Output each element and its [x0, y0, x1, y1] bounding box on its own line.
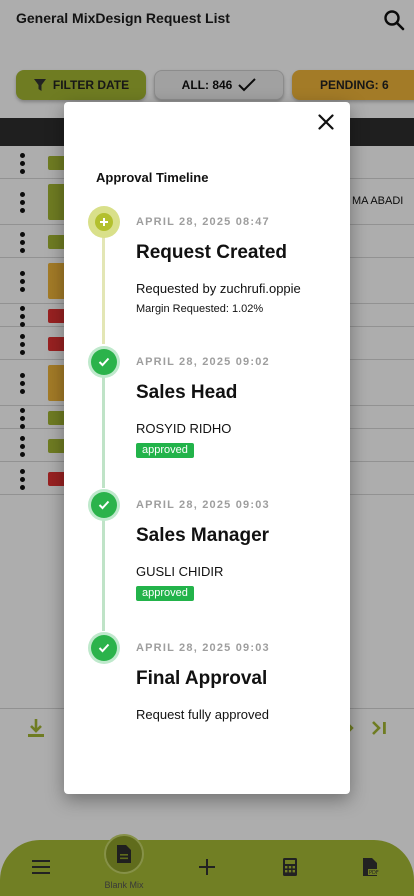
status-badge: approved: [136, 586, 194, 601]
step-approver: GUSLI CHIDIR: [136, 564, 224, 579]
step-approver: ROSYID RIDHO: [136, 421, 232, 436]
check-circle-icon: [88, 489, 120, 521]
step-date: APRIL 28, 2025 09:03: [136, 642, 270, 654]
step-title: Sales Head: [136, 382, 238, 403]
step-requester: Requested by zuchrufi.oppie: [136, 281, 301, 296]
check-circle-icon: [88, 346, 120, 378]
step-date: APRIL 28, 2025 09:03: [136, 499, 270, 511]
check-circle-icon: [88, 632, 120, 664]
close-icon[interactable]: [314, 110, 338, 134]
step-date: APRIL 28, 2025 09:02: [136, 356, 270, 368]
timeline-connector: [102, 236, 105, 344]
timeline-connector: [102, 519, 105, 631]
step-title: Request Created: [136, 242, 287, 263]
pending-step-icon: [88, 206, 120, 238]
step-date: APRIL 28, 2025 08:47: [136, 216, 270, 228]
approval-timeline-dialog: Approval Timeline APRIL 28, 2025 08:47 R…: [64, 102, 350, 794]
step-margin: Margin Requested: 1.02%: [136, 303, 264, 315]
timeline-connector: [102, 376, 105, 488]
step-title: Sales Manager: [136, 525, 270, 546]
status-badge: approved: [136, 443, 194, 458]
dialog-title: Approval Timeline: [96, 170, 209, 185]
step-description: Request fully approved: [136, 707, 269, 722]
step-title: Final Approval: [136, 668, 268, 689]
